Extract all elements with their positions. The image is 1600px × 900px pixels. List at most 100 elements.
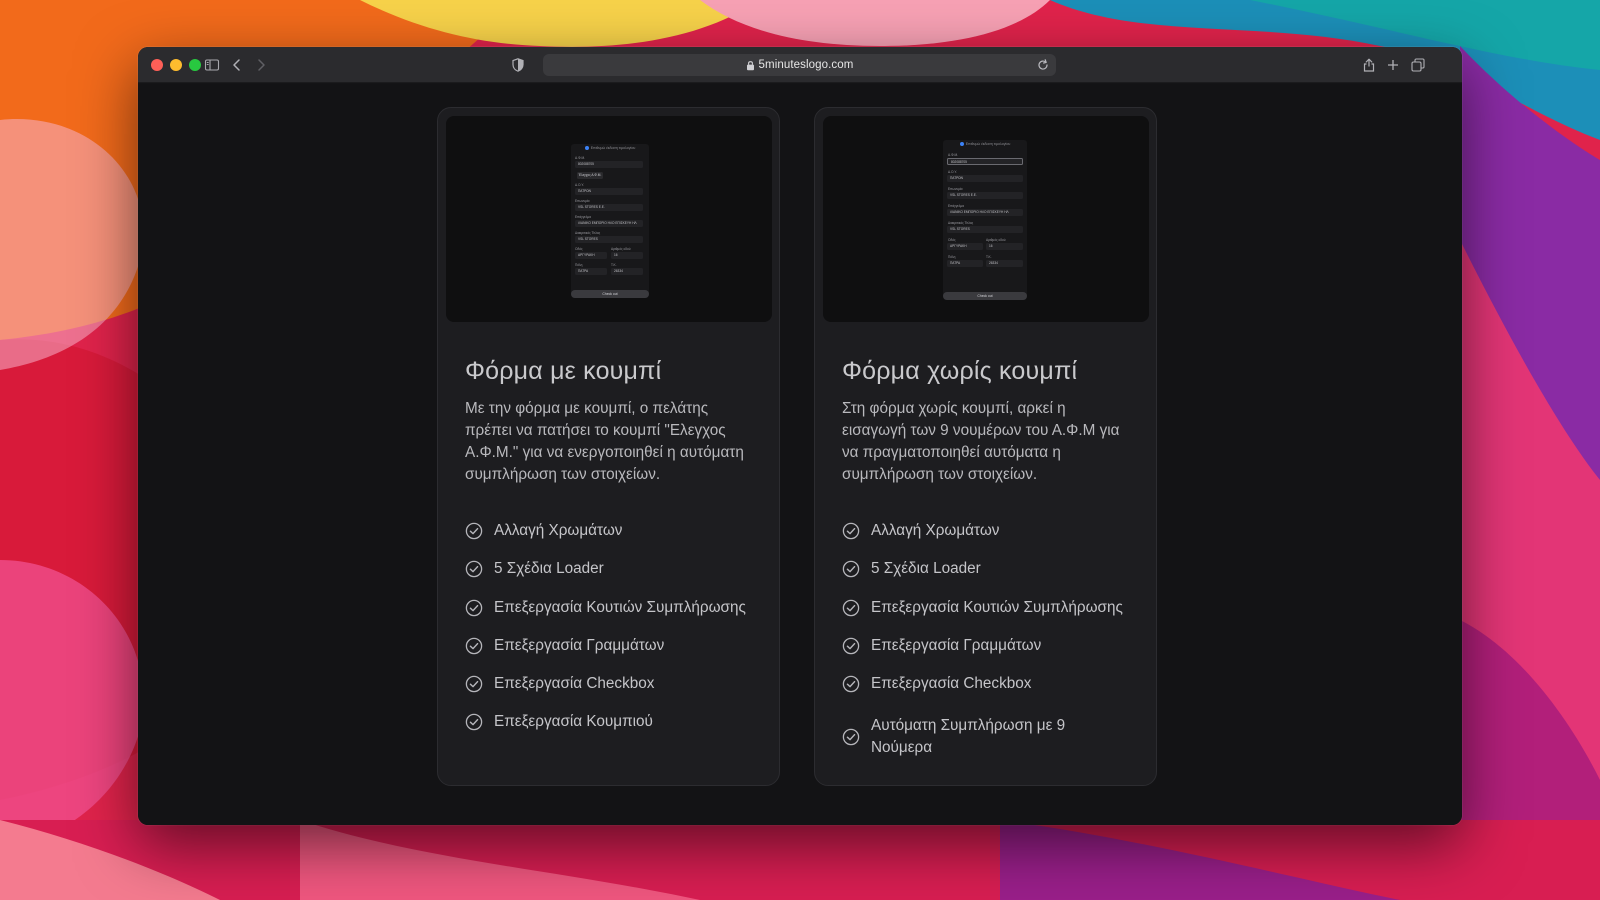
- chevron-left-icon[interactable]: [227, 55, 247, 75]
- check-circle-icon: [465, 675, 483, 693]
- mini-field: ΑΡΓΥΡΑΚΗ: [575, 252, 607, 259]
- check-circle-icon: [842, 561, 860, 578]
- check-circle-icon: [842, 675, 860, 693]
- feature-label: Επεξεργασία Checkbox: [494, 675, 655, 693]
- mini-field: 26334: [986, 260, 1023, 267]
- mini-field: 26334: [611, 268, 643, 275]
- mini-label: Επωνυμία: [948, 187, 963, 191]
- feature-label: Επεξεργασία Γραμμάτων: [871, 636, 1042, 654]
- share-icon[interactable]: [1359, 55, 1379, 75]
- check-circle-icon: [465, 637, 483, 655]
- mini-field: ΠΑΤΡΑ: [947, 260, 983, 267]
- mini-submit-button: Check out: [943, 292, 1027, 300]
- shield-icon[interactable]: [508, 55, 528, 75]
- mini-field: 802088705: [575, 161, 643, 168]
- check-circle-icon: [465, 561, 483, 578]
- lock-icon: [746, 60, 755, 71]
- mini-field: VSL STORES Ε.Ε.: [575, 204, 643, 211]
- plus-icon[interactable]: [1383, 55, 1403, 75]
- feature-list: Αλλαγή Χρωμάτων 5 Σχέδια Loader Επεξεργα…: [465, 520, 765, 750]
- feature-item: Επεξεργασία Γραμμάτων: [465, 635, 765, 673]
- mini-label: Δ.Ο.Υ.: [575, 183, 584, 187]
- mini-submit-button: Check out: [571, 290, 649, 298]
- reload-icon[interactable]: [1036, 58, 1050, 72]
- feature-label: 5 Σχέδια Loader: [871, 560, 981, 578]
- feature-label: Επεξεργασία Κουμπιού: [494, 713, 653, 731]
- mini-label: Τ.Κ.: [986, 255, 992, 259]
- feature-item: Επεξεργασία Κουτιών Συμπλήρωσης: [842, 597, 1142, 635]
- feature-label: Επεξεργασία Checkbox: [871, 675, 1032, 693]
- sidebar-icon[interactable]: [202, 55, 222, 75]
- chevron-right-icon[interactable]: [251, 55, 271, 75]
- check-circle-icon: [842, 599, 860, 616]
- card-title: Φόρμα χωρίς κουμπί: [842, 357, 1078, 385]
- check-circle-icon: [842, 637, 860, 655]
- mini-label: Αριθμός οδού: [986, 238, 1006, 242]
- pricing-card-with-button: Επιθυμώ έκδοση τιμολογίου Α.Φ.Μ. 8020887…: [437, 107, 780, 786]
- checkbox-dot-icon: [959, 142, 964, 147]
- zoom-window-button[interactable]: [189, 59, 201, 71]
- mini-field: ΠΑΤΡΩΝ: [947, 175, 1023, 182]
- feature-item: 5 Σχέδια Loader: [842, 558, 1142, 596]
- check-circle-icon: [465, 522, 483, 540]
- mini-field: ΛΙΑΝΙΚΟ ΕΜΠΟΡΙΟ ΗΛΟ ΕΠΙΣΚΕΥΗ ΗΛ: [575, 220, 643, 227]
- mini-label: Επωνυμία: [575, 199, 590, 203]
- mini-label: Οδός: [948, 238, 956, 242]
- check-circle-icon: [465, 714, 483, 731]
- feature-list: Αλλαγή Χρωμάτων 5 Σχέδια Loader Επεξεργα…: [842, 520, 1142, 763]
- mini-label: Τ.Κ.: [611, 263, 617, 267]
- address-bar[interactable]: 5minuteslogo.com: [543, 54, 1056, 76]
- card-description: Με την φόρμα με κουμπί, ο πελάτης πρέπει…: [465, 400, 744, 483]
- minimize-window-button[interactable]: [170, 59, 182, 71]
- mini-form: Επιθυμώ έκδοση τιμολογίου Α.Φ.Μ. 8020887…: [943, 140, 1027, 300]
- mini-label: Αριθμός οδού: [611, 247, 631, 251]
- mini-form-header: Επιθυμώ έκδοση τιμολογίου: [943, 142, 1027, 147]
- close-window-button[interactable]: [151, 59, 163, 71]
- mini-label: Οδός: [575, 247, 583, 251]
- mini-field: ΑΡΓΥΡΑΚΗ: [947, 243, 983, 250]
- feature-item: Αυτόματη Συμπλήρωση με 9 Νούμερα: [842, 711, 1142, 763]
- mini-label: Α.Φ.Μ.: [575, 156, 585, 160]
- browser-window: 5minuteslogo.com Επιθυμώ έκδοση τιμολογί…: [138, 47, 1462, 825]
- feature-label: Επεξεργασία Γραμμάτων: [494, 636, 665, 654]
- form-preview-image: Επιθυμώ έκδοση τιμολογίου Α.Φ.Μ. 8020887…: [446, 116, 772, 322]
- mini-field: 16: [611, 252, 643, 259]
- mini-field: VSL STORES: [575, 236, 643, 243]
- mini-header-text: Επιθυμώ έκδοση τιμολογίου: [965, 142, 1011, 146]
- mini-field: ΠΑΤΡΩΝ: [575, 188, 643, 195]
- mini-field: 802088705: [947, 158, 1023, 165]
- card-title: Φόρμα με κουμπί: [465, 357, 662, 385]
- feature-item: Αλλαγή Χρωμάτων: [465, 520, 765, 558]
- mini-form: Επιθυμώ έκδοση τιμολογίου Α.Φ.Μ. 8020887…: [571, 144, 649, 298]
- mini-label: Επάγγελμα: [575, 215, 592, 219]
- mini-field: VSL STORES: [947, 226, 1023, 233]
- feature-item: Αλλαγή Χρωμάτων: [842, 520, 1142, 558]
- mini-label: Πόλη: [575, 263, 583, 267]
- pricing-card-without-button: Επιθυμώ έκδοση τιμολογίου Α.Φ.Μ. 8020887…: [814, 107, 1157, 786]
- page-viewport: Επιθυμώ έκδοση τιμολογίου Α.Φ.Μ. 8020887…: [138, 84, 1462, 825]
- mini-label: Α.Φ.Μ.: [948, 153, 958, 157]
- feature-label: 5 Σχέδια Loader: [494, 560, 604, 578]
- card-description: Στη φόρμα χωρίς κουμπί, αρκεί η εισαγωγή…: [842, 400, 1120, 483]
- tabs-overview-icon[interactable]: [1408, 55, 1428, 75]
- mini-header-text: Επιθυμώ έκδοση τιμολογίου: [590, 146, 636, 150]
- mini-field: 16: [986, 243, 1023, 250]
- feature-label: Αυτόματη Συμπλήρωση με 9 Νούμερα: [871, 717, 1066, 757]
- mini-field: VSL STORES Ε.Ε.: [947, 192, 1023, 199]
- feature-item: Επεξεργασία Γραμμάτων: [842, 635, 1142, 673]
- feature-label: Επεξεργασία Κουτιών Συμπλήρωσης: [494, 598, 746, 616]
- check-circle-icon: [465, 599, 483, 616]
- feature-item: Επεξεργασία Checkbox: [842, 673, 1142, 711]
- feature-item: 5 Σχέδια Loader: [465, 558, 765, 596]
- feature-label: Αλλαγή Χρωμάτων: [871, 522, 1000, 539]
- form-preview-image: Επιθυμώ έκδοση τιμολογίου Α.Φ.Μ. 8020887…: [823, 116, 1149, 322]
- mini-check-button: Έλεγχος Α.Φ.Μ.: [577, 172, 603, 179]
- browser-toolbar: 5minuteslogo.com: [138, 47, 1462, 83]
- feature-item: Επεξεργασία Κουτιών Συμπλήρωσης: [465, 597, 765, 635]
- feature-item: Επεξεργασία Κουμπιού: [465, 711, 765, 749]
- feature-label: Επεξεργασία Κουτιών Συμπλήρωσης: [871, 598, 1123, 616]
- check-circle-icon: [842, 729, 860, 746]
- url-text: 5minuteslogo.com: [758, 59, 854, 71]
- mini-label: Επάγγελμα: [948, 204, 965, 208]
- feature-label: Αλλαγή Χρωμάτων: [494, 522, 623, 539]
